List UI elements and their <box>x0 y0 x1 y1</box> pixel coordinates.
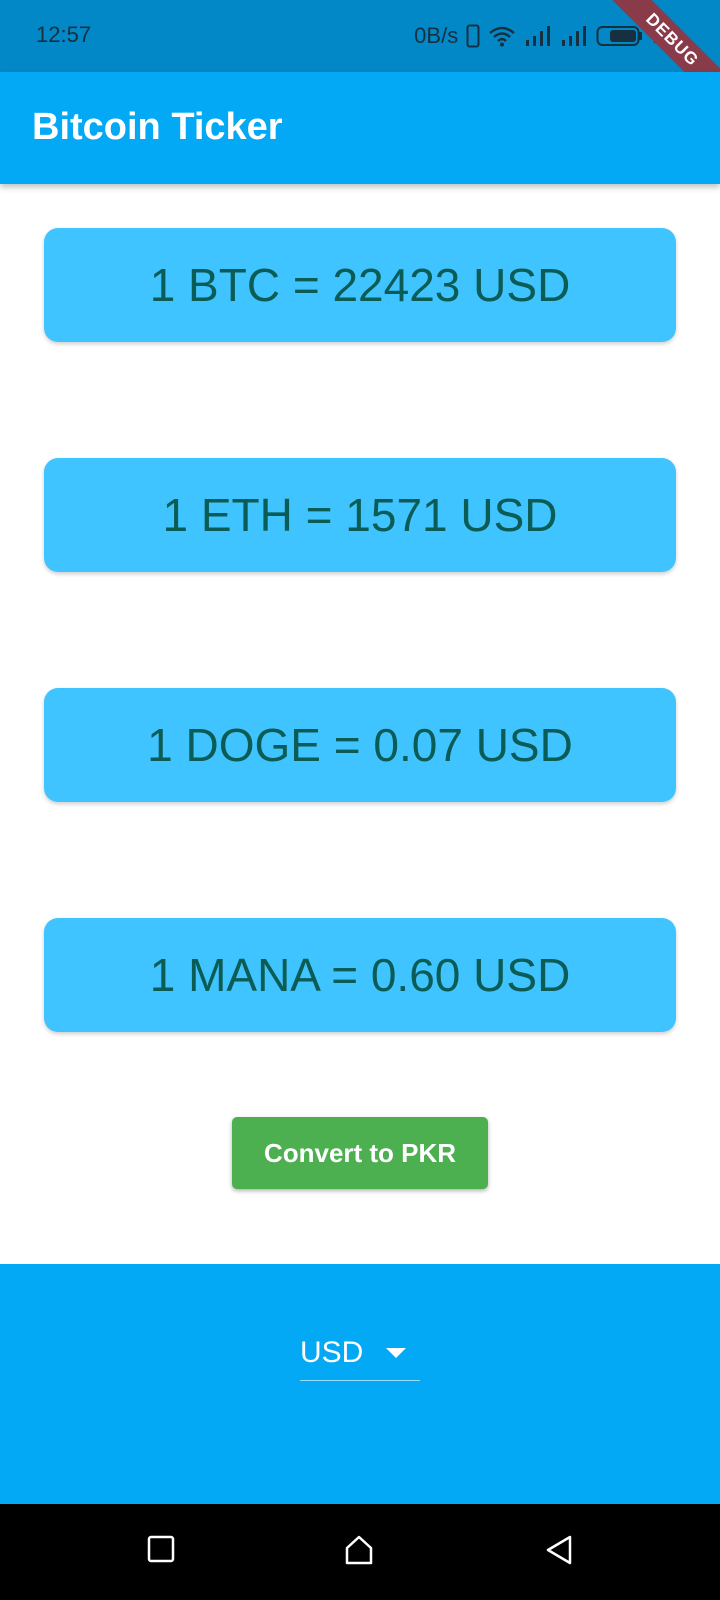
currency-selected-value: USD <box>300 1336 364 1369</box>
convert-button-label: Convert to PKR <box>263 1137 457 1168</box>
rate-text: 1 MANA = 0.60 USD <box>149 949 571 1001</box>
navigation-bar <box>0 1504 720 1600</box>
rate-card-doge: 1 DOGE = 0.07 USD <box>44 688 676 802</box>
rate-text: 1 ETH = 1571 USD <box>162 489 558 541</box>
status-time: 12:57 <box>36 22 92 47</box>
rate-card-btc: 1 BTC = 22423 USD <box>44 228 676 342</box>
wifi-icon <box>489 26 515 47</box>
recents-icon[interactable] <box>146 1534 176 1564</box>
app-bar: Bitcoin Ticker <box>0 72 720 184</box>
rate-text: 1 DOGE = 0.07 USD <box>147 719 573 771</box>
battery-icon <box>596 26 643 46</box>
currency-dropdown[interactable]: USD <box>300 1328 420 1381</box>
rate-card-mana: 1 MANA = 0.60 USD <box>44 918 676 1032</box>
home-icon[interactable] <box>343 1534 375 1566</box>
signal-icon <box>562 26 587 46</box>
rate-text: 1 BTC = 22423 USD <box>149 259 571 311</box>
back-icon[interactable] <box>544 1534 574 1566</box>
convert-to-pkr-button[interactable]: Convert to PKR <box>232 1117 488 1189</box>
phone-icon <box>466 24 480 48</box>
signal-icon <box>526 26 551 46</box>
dropdown-arrow-icon <box>386 1348 406 1358</box>
status-bar: 12:57 0B/s 1% DEBUG <box>0 0 720 114</box>
network-speed: 0B/s <box>414 23 459 48</box>
currency-picker-panel: USD <box>0 1264 720 1504</box>
rate-card-eth: 1 ETH = 1571 USD <box>44 458 676 572</box>
app-title: Bitcoin Ticker <box>32 106 283 148</box>
